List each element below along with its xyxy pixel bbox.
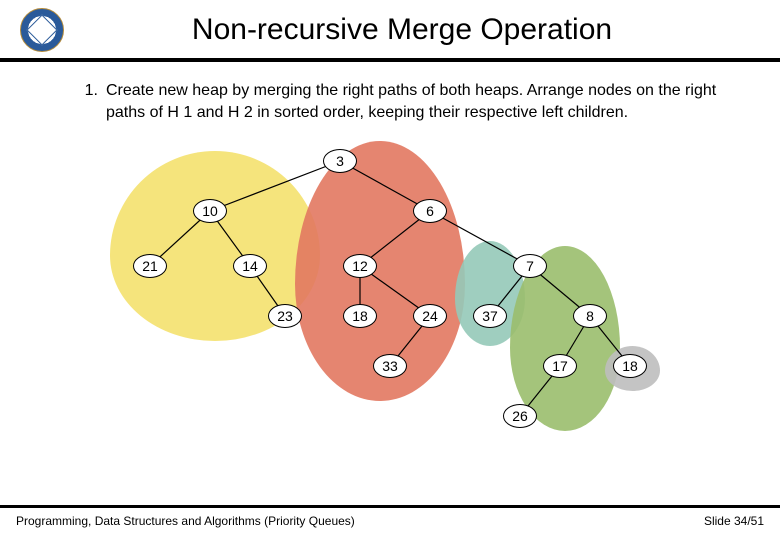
node-3: 3 [323, 149, 357, 173]
node-12: 12 [343, 254, 377, 278]
step-1: 1. Create new heap by merging the right … [50, 80, 730, 123]
node-24: 24 [413, 304, 447, 328]
node-33: 33 [373, 354, 407, 378]
node-37: 37 [473, 304, 507, 328]
step-text: Create new heap by merging the right pat… [106, 80, 730, 123]
step-number: 1. [50, 80, 106, 123]
node-26: 26 [503, 404, 537, 428]
node-23: 23 [268, 304, 302, 328]
node-10: 10 [193, 199, 227, 223]
node-6: 6 [413, 199, 447, 223]
slide-footer: Programming, Data Structures and Algorit… [0, 505, 780, 528]
footer-left: Programming, Data Structures and Algorit… [16, 514, 355, 528]
heap-diagram: 3 10 6 21 14 12 7 23 18 24 37 8 33 17 18 26 [110, 141, 670, 441]
tree-edges [110, 141, 670, 441]
node-8: 8 [573, 304, 607, 328]
node-18: 18 [613, 354, 647, 378]
org-logo [20, 8, 64, 52]
slide-body: 1. Create new heap by merging the right … [0, 62, 780, 441]
footer-right: Slide 34/51 [704, 514, 764, 528]
node-14: 14 [233, 254, 267, 278]
slide-title: Non-recursive Merge Operation [64, 13, 760, 47]
node-18: 18 [343, 304, 377, 328]
node-21: 21 [133, 254, 167, 278]
slide-header: Non-recursive Merge Operation [0, 0, 780, 62]
node-17: 17 [543, 354, 577, 378]
node-7: 7 [513, 254, 547, 278]
